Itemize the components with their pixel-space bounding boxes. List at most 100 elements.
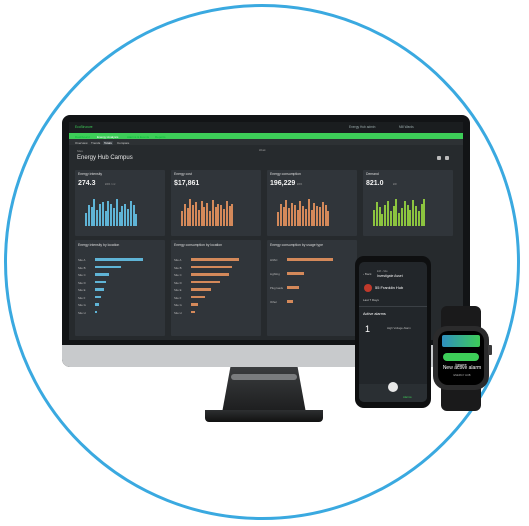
kpi-value: $17,861 (174, 180, 200, 187)
kpi-unit: kWh / m² (105, 183, 116, 186)
chart-bar (288, 208, 291, 226)
bar-label: Site C (174, 273, 182, 277)
chart-bar (220, 205, 223, 226)
kpi-card[interactable]: Energy consumption 196,229 kWh (267, 170, 357, 236)
subtab[interactable]: Trends (91, 141, 100, 145)
chart-bar (389, 211, 392, 226)
settings-icon[interactable] (437, 156, 441, 160)
breakdown-panel[interactable]: Energy intensity by location Site A Site B… (75, 240, 165, 336)
chart-bar (194, 202, 197, 226)
title-bar: EcoStruxure Energy Hub admin Mill Wards (69, 122, 463, 133)
bar-label: Site H (174, 310, 182, 315)
chart-bar (378, 207, 381, 226)
asset-name[interactable]: 55 Franklin Hub (375, 285, 403, 290)
chart-bar (197, 209, 200, 226)
bar-label: Site E (174, 288, 182, 292)
chart-bar (189, 199, 192, 226)
chart-bar (313, 203, 316, 226)
more-icon[interactable] (445, 156, 449, 160)
alarms-heading: Active alarms (363, 312, 386, 316)
stand-cutout (231, 374, 297, 380)
bar-label: Lighting (270, 272, 280, 276)
chart-bar (279, 204, 282, 226)
chart-bar (211, 199, 214, 226)
kpi-bar-chart (181, 194, 257, 226)
chart-bar (98, 203, 101, 226)
date-range[interactable]: Last 7 Days (363, 298, 379, 302)
h-bar (191, 265, 232, 269)
chart-bar (384, 205, 387, 226)
back-button[interactable]: ‹ Back (363, 272, 372, 276)
bar-label: Site C (78, 273, 86, 277)
subtab-active[interactable]: Totals (103, 140, 113, 145)
alarm-text[interactable]: High Voltage Alarm (387, 326, 421, 330)
watch-crown[interactable] (488, 345, 492, 355)
h-bar (95, 273, 110, 276)
bar-label: Site H (78, 310, 86, 315)
kpi-bar-chart (85, 194, 161, 226)
chart-bar (126, 209, 129, 226)
watch-banner (442, 335, 480, 347)
kpi-card[interactable]: Demand 821.0 kW (363, 170, 453, 236)
kpi-bar-chart (277, 194, 353, 226)
ignore-button[interactable]: Ignore (443, 353, 479, 367)
chart-bar (186, 208, 189, 226)
watch-screen: Ignore New active alarm ENERGY HUB (438, 331, 484, 385)
kpi-card[interactable]: Energy intensity 274.3 kWh / m² (75, 170, 165, 236)
nav-tab[interactable]: Dashboard (75, 135, 90, 139)
kpi-title: Energy intensity (78, 172, 103, 176)
kpi-title: Energy consumption (270, 172, 301, 176)
phone-title: Investigate Asset (377, 274, 403, 278)
chart-bar (206, 202, 209, 226)
chart-bar (112, 208, 115, 226)
chart-bar (96, 209, 99, 226)
kpi-unit: kWh (297, 183, 303, 186)
watch-sub: ENERGY HUB (453, 374, 471, 377)
h-bar (287, 272, 304, 275)
page-title: Energy Hub Campus (77, 155, 133, 161)
chart-bar (316, 205, 319, 226)
chart-bar (400, 208, 403, 226)
chart-bar (403, 201, 406, 226)
breakdown-panel[interactable]: Energy consumption by usage type HVAC Ligh… (267, 240, 357, 336)
nav-tab[interactable]: Alarms & Events (127, 135, 149, 139)
kpi-bar-chart (373, 194, 449, 226)
kpi-value: 821.0 (366, 180, 384, 187)
period-label: Week (259, 149, 266, 152)
divider (359, 306, 427, 307)
chart-bar (398, 212, 401, 226)
chart-bar (214, 207, 217, 226)
add-button-icon[interactable] (388, 382, 398, 392)
user-menu[interactable]: Energy Hub admin (349, 125, 375, 129)
chart-bar (296, 209, 299, 226)
chart-bar (327, 211, 330, 226)
bar-label: Site G (174, 303, 182, 307)
nav-tab[interactable]: Reports (155, 135, 166, 139)
chart-bar (420, 203, 423, 226)
chart-bar (90, 207, 93, 226)
chart-bar (302, 206, 305, 226)
breakdown-panel[interactable]: Energy consumption by location Site A Site… (171, 240, 261, 336)
chart-bar (392, 205, 395, 226)
subtab[interactable]: Overview (75, 141, 88, 145)
alarm-count: 1 (365, 324, 371, 334)
chart-bar (282, 206, 285, 226)
chart-bar (386, 200, 389, 226)
chart-bar (87, 205, 90, 226)
breadcrumb[interactable]: Sites (77, 150, 83, 153)
phone-screen: ‹ Back EM › Site Investigate Asset 55 Fr… (359, 262, 427, 402)
chart-bar (181, 211, 183, 226)
tab-alarms[interactable]: Alarms (403, 395, 412, 399)
site-selector[interactable]: Mill Wards (399, 125, 414, 129)
h-bar (287, 286, 299, 289)
h-bar (95, 258, 143, 261)
chart-bar (310, 210, 313, 226)
nav-tab-active[interactable]: Energy Analysis (97, 135, 118, 139)
bar-label: Site D (174, 280, 182, 285)
subtab[interactable]: Compare (117, 141, 129, 145)
chart-bar (285, 199, 288, 226)
chart-bar (222, 208, 225, 226)
kpi-card[interactable]: Energy cost $17,861 (171, 170, 261, 236)
app-title: EcoStruxure (75, 125, 93, 129)
h-bar (95, 288, 104, 291)
